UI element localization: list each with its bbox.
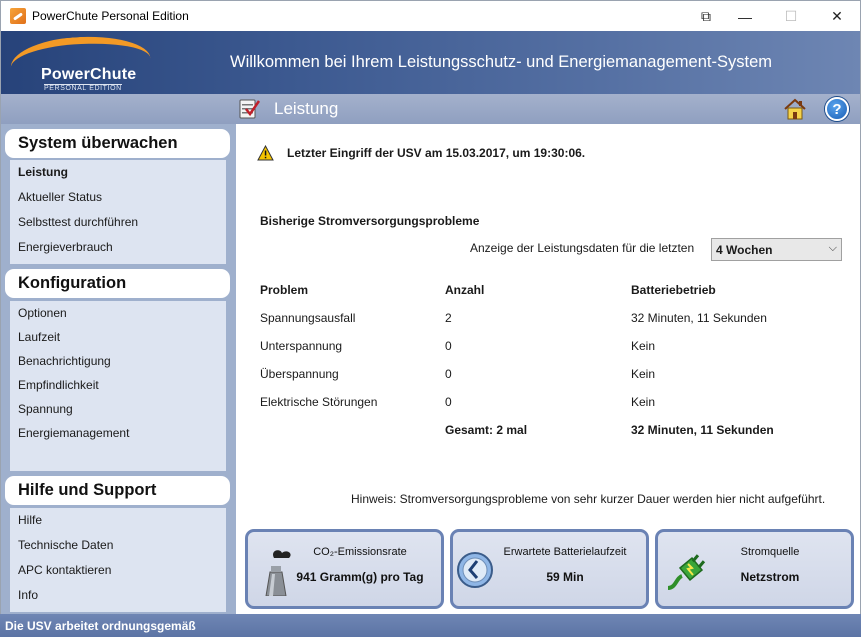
tile-power-source-value: Netzstrom (740, 570, 800, 584)
checklist-icon (239, 99, 261, 119)
sidebar-panel-config: Optionen Laufzeit Benachrichtigung Empfi… (10, 301, 226, 471)
sidebar-item-contact[interactable]: APC kontaktieren (10, 558, 226, 583)
sidebar-item-leistung[interactable]: Leistung (10, 160, 226, 185)
chevron-down-icon: ⌵ (828, 242, 837, 254)
powerchute-logo: PowerChute PERSONAL EDITION (4, 32, 154, 93)
sidebar-item-runtime[interactable]: Laufzeit (10, 325, 226, 349)
sidebar-item-status[interactable]: Aktueller Status (10, 185, 226, 210)
sidebar-heading-config: Konfiguration (5, 269, 230, 298)
sidebar-item-energy-management[interactable]: Energiemanagement (10, 421, 226, 445)
sidebar-item-info[interactable]: Info (10, 583, 226, 608)
sidebar-heading-monitor: System überwachen (5, 129, 230, 158)
cell-problem: Elektrische Störungen (260, 395, 378, 409)
maximize-button[interactable]: ☐ (768, 1, 814, 32)
close-button[interactable]: ✕ (814, 1, 860, 32)
section-title: Leistung (274, 99, 339, 118)
tile-power-source-title: Stromquelle (740, 546, 800, 558)
status-text: Die USV arbeitet ordnungsgemäß (5, 619, 196, 633)
app-icon (10, 8, 26, 24)
tile-power-source[interactable]: Stromquelle Netzstrom (655, 529, 854, 609)
history-title: Bisherige Stromversorgungsprobleme (260, 214, 480, 228)
table-row: Elektrische Störungen 0 Kein (260, 392, 820, 420)
cell-count: 0 (445, 339, 452, 353)
main-content: Letzter Eingriff der USV am 15.03.2017, … (236, 124, 860, 614)
cell-problem: Unterspannung (260, 339, 343, 353)
sidebar-item-help[interactable]: Hilfe (10, 508, 226, 533)
cell-count: 2 (445, 311, 452, 325)
sidebar-item-tech-data[interactable]: Technische Daten (10, 533, 226, 558)
tile-runtime[interactable]: Erwartete Batterielaufzeit 59 Min (450, 529, 649, 609)
window-titlebar: PowerChute Personal Edition ⧉ — ☐ ✕ (0, 0, 861, 31)
home-icon[interactable] (783, 97, 807, 121)
cell-count: 0 (445, 395, 452, 409)
sidebar-panel-help: Hilfe Technische Daten APC kontaktieren … (10, 508, 226, 612)
cell-battery: Kein (631, 339, 656, 353)
sidebar-item-energy[interactable]: Energieverbrauch (10, 235, 226, 260)
help-icon[interactable]: ? (825, 97, 849, 121)
logo-subtitle: PERSONAL EDITION (44, 84, 122, 92)
range-dropdown[interactable]: 4 Wochen ⌵ (711, 238, 842, 261)
summary-tiles: CO₂-Emissionsrate 941 Gramm(g) pro Tag E… (245, 529, 855, 610)
sidebar-heading-help: Hilfe und Support (5, 476, 230, 505)
cell-battery: 32 Minuten, 11 Sekunden (631, 311, 767, 325)
range-label: Anzeige der Leistungsdaten für die letzt… (470, 241, 695, 255)
header-banner: PowerChute PERSONAL EDITION Willkommen b… (1, 31, 860, 94)
tile-runtime-value: 59 Min (546, 570, 584, 584)
table-total-row: Gesamt: 2 mal 32 Minuten, 11 Sekunden (260, 420, 820, 448)
tile-runtime-title: Erwartete Batterielaufzeit (503, 546, 627, 558)
warning-icon (257, 145, 274, 161)
sidebar-item-selftest[interactable]: Selbsttest durchführen (10, 210, 226, 235)
sidebar-item-options[interactable]: Optionen (10, 301, 226, 325)
cell-problem: Spannungsausfall (260, 311, 356, 325)
snap-button[interactable]: ⧉ (690, 1, 722, 32)
column-header-problem: Problem (260, 283, 309, 297)
last-event-text: Letzter Eingriff der USV am 15.03.2017, … (287, 146, 586, 160)
tile-co2-title: CO₂-Emissionsrate (313, 546, 407, 558)
logo-name: PowerChute (41, 66, 137, 83)
sidebar: System überwachen Leistung Aktueller Sta… (1, 124, 236, 614)
table-row: Überspannung 0 Kein (260, 364, 820, 392)
sidebar-item-sensitivity[interactable]: Empfindlichkeit (10, 373, 226, 397)
sidebar-item-voltage[interactable]: Spannung (10, 397, 226, 421)
cell-battery: Kein (631, 367, 656, 381)
status-bar: Die USV arbeitet ordnungsgemäß (0, 614, 861, 637)
tile-co2-value: 941 Gramm(g) pro Tag (296, 570, 424, 584)
table-header-row: Problem Anzahl Batteriebetrieb (260, 280, 820, 308)
range-value: 4 Wochen (716, 243, 773, 257)
cell-problem: Überspannung (260, 367, 339, 381)
total-battery: 32 Minuten, 11 Sekunden (631, 423, 774, 437)
total-count: Gesamt: 2 mal (445, 423, 528, 437)
table-row: Unterspannung 0 Kein (260, 336, 820, 364)
welcome-title: Willkommen bei Ihrem Leistungsschutz- un… (230, 53, 772, 71)
hint-text: Hinweis: Stromversorgungsprobleme von se… (351, 492, 826, 506)
sidebar-item-notification[interactable]: Benachrichtigung (10, 349, 226, 373)
window-title: PowerChute Personal Edition (32, 9, 189, 23)
problem-table: Problem Anzahl Batteriebetrieb Spannungs… (260, 280, 820, 448)
minimize-button[interactable]: — (722, 1, 768, 32)
cell-battery: Kein (631, 395, 656, 409)
column-header-battery: Batteriebetrieb (631, 283, 716, 297)
sidebar-panel-monitor: Leistung Aktueller Status Selbsttest dur… (10, 160, 226, 264)
section-bar: Leistung ? (1, 94, 860, 124)
table-row: Spannungsausfall 2 32 Minuten, 11 Sekund… (260, 308, 820, 336)
window-controls: ⧉ — ☐ ✕ (690, 1, 860, 32)
column-header-count: Anzahl (445, 283, 485, 297)
tile-co2[interactable]: CO₂-Emissionsrate 941 Gramm(g) pro Tag (245, 529, 444, 609)
cell-count: 0 (445, 367, 452, 381)
